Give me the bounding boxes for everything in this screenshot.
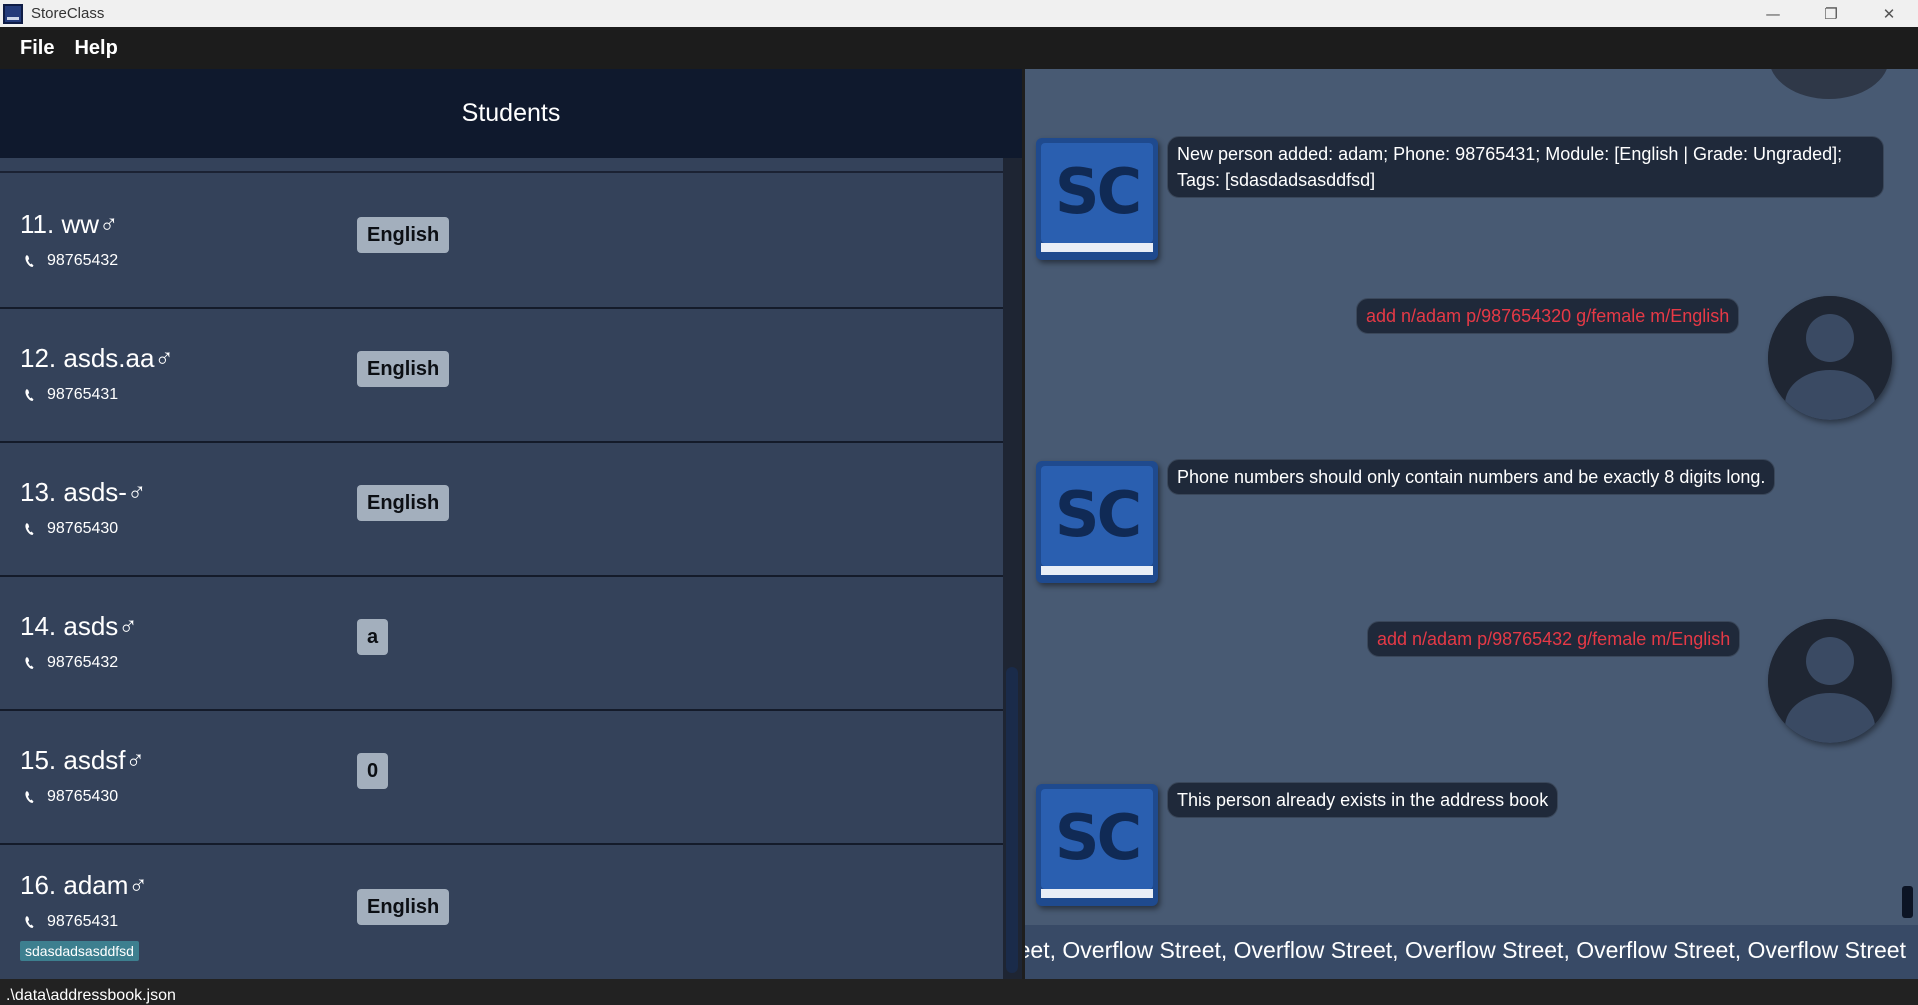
module-badge: 0 (357, 753, 389, 789)
module-badge: English (357, 351, 450, 387)
student-name: 14. asds♂ (20, 611, 138, 641)
students-header: Students (0, 69, 1022, 158)
student-phone-row: 98765432 (22, 654, 118, 672)
student-list-scroll-thumb[interactable] (1006, 667, 1018, 973)
student-card[interactable]: 14. asds♂ 98765432 a (0, 577, 1003, 711)
user-message-bubble: add n/adam p/987654320 g/female m/Englis… (1356, 298, 1740, 334)
status-bar: .\data\addressbook.json (0, 979, 1918, 1005)
restore-button[interactable]: ❐ (1802, 0, 1860, 27)
user-message-text: add n/adam p/987654320 g/female m/Englis… (1366, 306, 1730, 326)
menu-file[interactable]: File (20, 37, 54, 60)
phone-number: 98765430 (47, 788, 119, 805)
student-name: 12. asds.aa♂ (20, 343, 174, 373)
student-name: 11. ww♂ (20, 209, 119, 239)
bot-message-text: Phone numbers should only contain number… (1177, 467, 1766, 487)
list-item-partial (0, 158, 1003, 173)
logo-text: SC (1054, 155, 1142, 228)
student-card[interactable]: 11. ww♂ 98765432 English (0, 175, 1003, 309)
student-phone-row: 98765431 (22, 913, 118, 931)
storeclass-logo-icon: SC (1036, 138, 1158, 260)
phone-number: 98765432 (47, 654, 119, 671)
module-badge: English (357, 217, 450, 253)
student-phone-row: 98765431 (22, 386, 118, 404)
student-card[interactable]: 16. adam♂ 98765431 sdasdadsasddfsd Engli… (0, 845, 1003, 979)
phone-icon (25, 389, 34, 401)
storeclass-logo-icon: SC (1036, 784, 1158, 906)
bot-message-text: New person added: adam; Phone: 98765431;… (1177, 144, 1843, 164)
student-phone-row: 98765432 (22, 252, 118, 270)
phone-icon (25, 791, 34, 803)
students-panel: Students 11. ww♂ 98765432 English 12. as… (0, 69, 1022, 979)
student-card[interactable]: 13. asds-♂ 98765430 English (0, 443, 1003, 577)
phone-number: 98765430 (47, 520, 119, 537)
close-button[interactable]: ✕ (1860, 0, 1918, 27)
phone-icon (25, 523, 34, 535)
phone-number: 98765431 (47, 913, 119, 930)
window-controls: — ❐ ✕ (1744, 0, 1918, 27)
bot-message-text: This person already exists in the addres… (1177, 790, 1549, 810)
phone-number: 98765431 (47, 386, 119, 403)
menu-help[interactable]: Help (74, 37, 117, 60)
menu-bar: File Help (0, 27, 1918, 69)
bot-message-text: Tags: [sdasdadsasddfsd] (1177, 170, 1376, 190)
title-bar: StoreClass — ❐ ✕ (0, 0, 1918, 27)
phone-icon (25, 255, 34, 267)
student-phone-row: 98765430 (22, 520, 118, 538)
module-badge: English (357, 485, 450, 521)
user-message-text: add n/adam p/98765432 g/female m/English (1377, 629, 1731, 649)
bot-message-bubble: Phone numbers should only contain number… (1167, 459, 1776, 495)
command-input[interactable]: Street, Overflow Street, Overflow Street… (1025, 925, 1918, 979)
command-input-text: Street, Overflow Street, Overflow Street… (1025, 937, 1906, 963)
user-avatar-icon (1769, 69, 1889, 99)
app-icon (3, 3, 23, 24)
student-name: 16. adam♂ (20, 870, 148, 900)
storeclass-logo-icon: SC (1036, 461, 1158, 583)
student-list[interactable]: 11. ww♂ 98765432 English 12. asds.aa♂ 98… (0, 158, 1003, 979)
student-phone-row: 98765430 (22, 788, 118, 806)
person-icon (1768, 296, 1892, 420)
logo-text: SC (1054, 478, 1142, 551)
module-badge: a (357, 619, 389, 655)
students-title: Students (461, 99, 561, 127)
logo-text: SC (1054, 801, 1142, 874)
student-card[interactable]: 15. asdsf♂ 98765430 0 (0, 711, 1003, 845)
bot-message-bubble: This person already exists in the addres… (1167, 782, 1559, 818)
student-card[interactable]: 12. asds.aa♂ 98765431 English (0, 309, 1003, 443)
user-avatar-icon (1768, 619, 1892, 743)
minimize-button[interactable]: — (1744, 0, 1802, 27)
module-badge: English (357, 889, 450, 925)
chat-panel: SC New person added: adam; Phone: 987654… (1025, 69, 1918, 925)
student-name: 15. asdsf♂ (20, 745, 146, 775)
phone-number: 98765432 (47, 252, 119, 269)
phone-icon (25, 657, 34, 669)
person-icon (1768, 619, 1892, 743)
chat-scroll-thumb[interactable] (1902, 886, 1913, 918)
phone-icon (25, 916, 34, 928)
user-message-bubble: add n/adam p/98765432 g/female m/English (1367, 621, 1741, 657)
tag-badge: sdasdadsasddfsd (20, 941, 139, 961)
data-file-path: .\data\addressbook.json (6, 987, 176, 1004)
bot-message-bubble: New person added: adam; Phone: 98765431;… (1167, 136, 1884, 198)
user-avatar-icon (1768, 296, 1892, 420)
student-name: 13. asds-♂ (20, 477, 147, 507)
window-title: StoreClass (31, 5, 105, 22)
